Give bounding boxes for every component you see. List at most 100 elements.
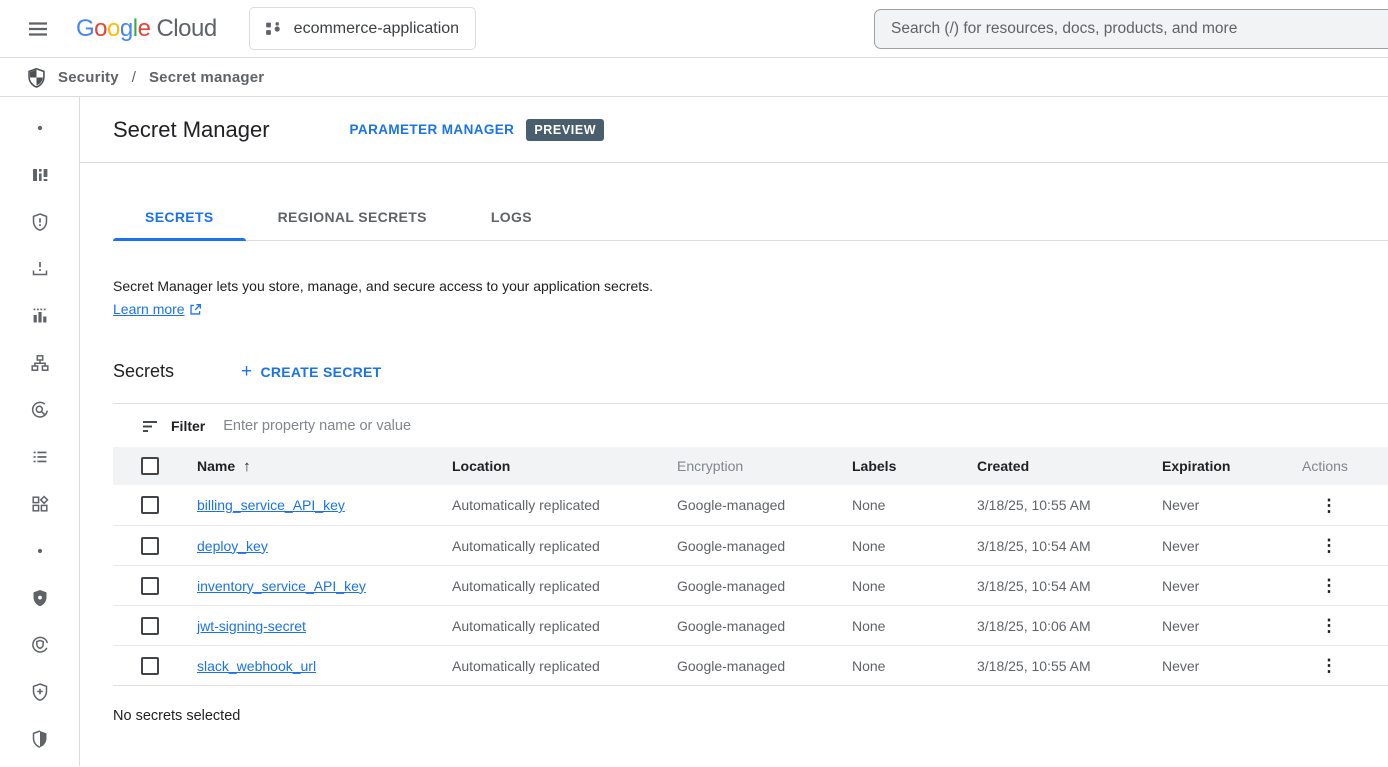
- more-actions-icon[interactable]: ⋮: [1317, 577, 1341, 594]
- preview-badge: PREVIEW: [526, 119, 604, 141]
- project-selector[interactable]: ecommerce-application: [249, 7, 476, 50]
- column-header-expiration[interactable]: Expiration: [1150, 458, 1290, 474]
- cell-location: Automatically replicated: [440, 497, 665, 513]
- column-header-name[interactable]: Name↑: [185, 458, 440, 475]
- google-cloud-logo[interactable]: Google Cloud: [76, 15, 217, 43]
- sidebar-item-inbox-alert-3[interactable]: [28, 259, 52, 283]
- google-logo-text: Google: [76, 15, 150, 43]
- shield-half-icon: [30, 729, 50, 754]
- inbox-alert-icon: [30, 259, 50, 284]
- cell-location: Automatically replicated: [440, 578, 665, 594]
- parameter-manager-link[interactable]: PARAMETER MANAGER: [350, 122, 515, 137]
- create-secret-button[interactable]: + CREATE SECRET: [241, 362, 382, 381]
- secret-name-link[interactable]: billing_service_API_key: [197, 497, 345, 513]
- shield-plus-icon: [30, 682, 50, 707]
- column-header-actions[interactable]: Actions: [1290, 458, 1388, 474]
- sidebar-item-shield-half-13[interactable]: [28, 729, 52, 753]
- sidebar-item-dot-0[interactable]: [28, 118, 52, 142]
- more-actions-icon[interactable]: ⋮: [1317, 537, 1341, 554]
- search-insights-icon: [30, 400, 50, 425]
- global-search-input[interactable]: [891, 20, 1372, 38]
- row-checkbox[interactable]: [141, 496, 159, 514]
- row-checkbox[interactable]: [141, 537, 159, 555]
- sidebar-item-list-7[interactable]: [28, 447, 52, 471]
- cell-name: billing_service_API_key: [185, 497, 440, 513]
- more-actions-icon[interactable]: ⋮: [1317, 657, 1341, 674]
- column-label: Encryption: [677, 458, 743, 474]
- cell-labels: None: [840, 538, 965, 554]
- table-row: inventory_service_API_key Automatically r…: [113, 565, 1388, 605]
- secret-name-link[interactable]: deploy_key: [197, 538, 268, 554]
- cell-name: deploy_key: [185, 538, 440, 554]
- cell-created: 3/18/25, 10:06 AM: [965, 618, 1150, 634]
- network-icon: [30, 353, 50, 378]
- page-title: Secret Manager: [113, 117, 270, 143]
- sidebar-item-bar-chart-4[interactable]: [28, 306, 52, 330]
- column-header-created[interactable]: Created: [965, 458, 1150, 474]
- cell-expiration: Never: [1150, 618, 1290, 634]
- secret-name-link[interactable]: jwt-signing-secret: [197, 618, 306, 634]
- selection-status: No secrets selected: [113, 708, 1388, 724]
- cell-labels: None: [840, 578, 965, 594]
- column-header-labels[interactable]: Labels: [840, 458, 965, 474]
- table-row: slack_webhook_urlAutomatically replicate…: [113, 645, 1388, 685]
- filter-label[interactable]: Filter: [171, 418, 205, 434]
- sidebar-item-compliance-11[interactable]: [28, 635, 52, 659]
- column-header-encryption[interactable]: Encryption: [665, 458, 840, 474]
- tab-secrets[interactable]: SECRETS: [113, 194, 246, 240]
- filter-icon: [141, 417, 159, 435]
- more-actions-icon[interactable]: ⋮: [1317, 617, 1341, 634]
- select-all-checkbox[interactable]: [141, 457, 159, 475]
- logo-letter: g: [120, 15, 133, 42]
- top-bar: Google Cloud ecommerce-application: [0, 0, 1388, 58]
- logo-letter: G: [76, 15, 94, 42]
- more-actions-icon[interactable]: ⋮: [1317, 497, 1341, 514]
- sidebar-item-dot-9[interactable]: [28, 541, 52, 565]
- tab-logs[interactable]: LOGS: [459, 194, 564, 240]
- global-search-bar[interactable]: [874, 9, 1388, 49]
- breadcrumb-section[interactable]: Security: [58, 69, 119, 86]
- table-row: deploy_keyAutomatically replicatedGoogle…: [113, 525, 1388, 565]
- hamburger-menu-button[interactable]: [18, 9, 58, 49]
- cell-encryption: Google-managed: [665, 618, 840, 634]
- cell-labels: None: [840, 497, 965, 513]
- secrets-heading: Secrets: [113, 361, 174, 382]
- row-checkbox[interactable]: [141, 617, 159, 635]
- row-checkbox-cell: [113, 577, 185, 595]
- row-checkbox[interactable]: [141, 577, 159, 595]
- sidebar-item-dashboard-1[interactable]: [28, 165, 52, 189]
- plus-icon: +: [241, 362, 252, 381]
- tab-regional-secrets[interactable]: REGIONAL SECRETS: [246, 194, 459, 240]
- sidebar-item-shield-plus-12[interactable]: [28, 682, 52, 706]
- page-header: Secret Manager PARAMETER MANAGER PREVIEW: [80, 97, 1388, 163]
- sidebar-item-apps-diamond-8[interactable]: [28, 494, 52, 518]
- column-label: Name: [197, 458, 235, 474]
- learn-more-link[interactable]: Learn more: [113, 301, 202, 317]
- secret-name-link[interactable]: inventory_service_API_key: [197, 578, 366, 594]
- secret-name-link[interactable]: slack_webhook_url: [197, 658, 316, 674]
- cell-encryption: Google-managed: [665, 538, 840, 554]
- apps-diamond-icon: [30, 494, 50, 519]
- logo-letter: o: [94, 15, 107, 42]
- filter-input[interactable]: [223, 418, 823, 434]
- bar-chart-icon: [30, 306, 50, 331]
- cell-name: jwt-signing-secret: [185, 618, 440, 634]
- sidebar-item-shield-alert-2[interactable]: [28, 212, 52, 236]
- dot-icon: [30, 541, 50, 566]
- row-checkbox-cell: [113, 496, 185, 514]
- sidebar-item-shield-solid-10[interactable]: [28, 588, 52, 612]
- cell-created: 3/18/25, 10:55 AM: [965, 497, 1150, 513]
- table-body: billing_service_API_key Automatically rep…: [113, 485, 1388, 686]
- cell-encryption: Google-managed: [665, 578, 840, 594]
- row-checkbox[interactable]: [141, 657, 159, 675]
- table-row: jwt-signing-secretAutomatically replicat…: [113, 605, 1388, 645]
- column-header-location[interactable]: Location: [440, 458, 665, 474]
- create-secret-label: CREATE SECRET: [260, 364, 381, 380]
- cell-encryption: Google-managed: [665, 497, 840, 513]
- column-label: Actions: [1302, 458, 1348, 474]
- security-shield-icon: [26, 67, 47, 88]
- sidebar-item-search-insights-6[interactable]: [28, 400, 52, 424]
- cell-actions: ⋮: [1290, 617, 1388, 634]
- sidebar-item-network-5[interactable]: [28, 353, 52, 377]
- cell-expiration: Never: [1150, 538, 1290, 554]
